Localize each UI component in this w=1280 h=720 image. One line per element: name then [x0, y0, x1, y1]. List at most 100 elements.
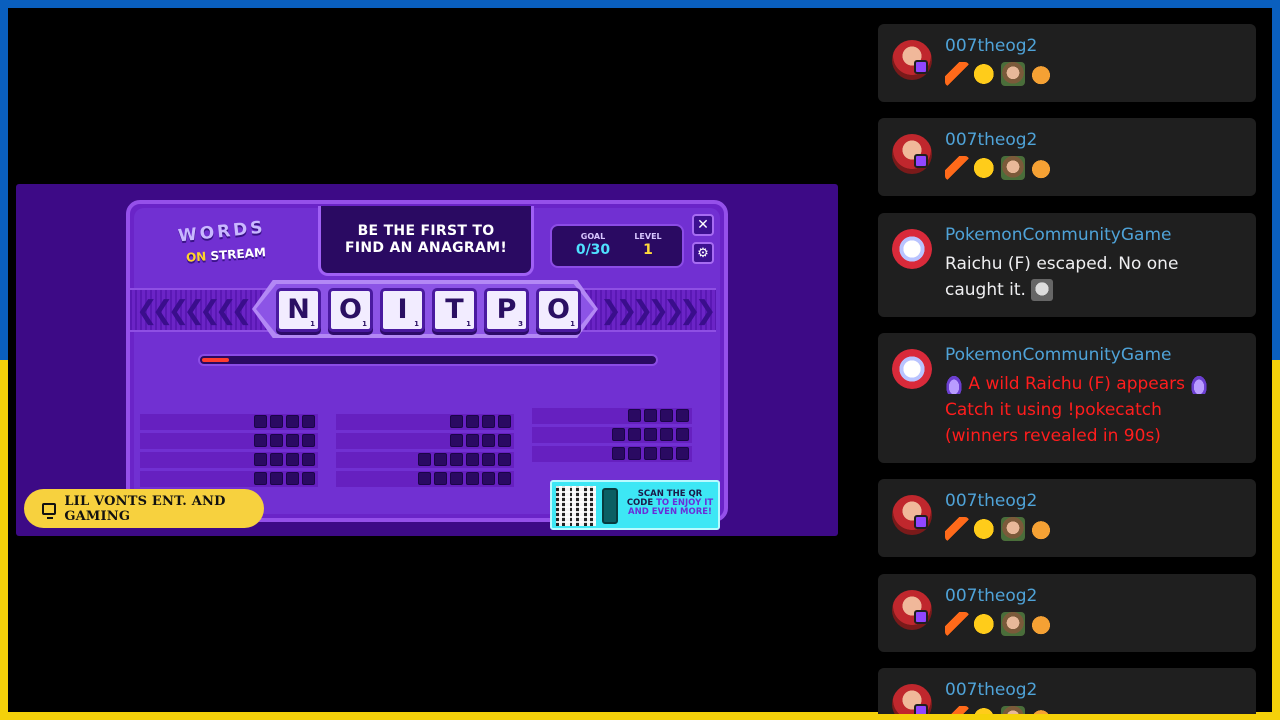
goal-label: GOAL — [580, 232, 606, 241]
emote-ghost-icon — [1031, 279, 1054, 301]
letter-slot — [660, 428, 673, 441]
twitch-badge-icon — [914, 515, 928, 529]
emote-seven-icon — [945, 517, 969, 541]
level-label: LEVEL — [634, 232, 662, 241]
chat-username[interactable]: 007theog2 — [945, 680, 1037, 700]
tile-points: 3 — [518, 320, 523, 328]
chevrons-left-icon: ❮❮❮❮❮❮❮ — [136, 296, 252, 326]
letter-slot — [660, 447, 673, 460]
chat-message: 007theog2 — [878, 479, 1256, 557]
letter-slot — [434, 453, 447, 466]
letter-slot — [286, 472, 299, 485]
chevrons-right-icon: ❯❯❯❯❯❯❯ — [600, 296, 716, 326]
tile-letter: O — [547, 294, 570, 325]
tile-points: 1 — [362, 320, 367, 328]
chat-alert-text: A wild Raichu (F) appears Catch it using… — [945, 371, 1240, 449]
emote-psyduck-icon — [973, 612, 997, 636]
twitch-badge-icon — [914, 154, 928, 168]
tile-letter: N — [287, 294, 310, 325]
emote-face-icon — [1001, 706, 1025, 714]
letter-slot — [482, 472, 495, 485]
letter-slot — [254, 434, 267, 447]
emote-psyduck-icon — [973, 62, 997, 86]
emote-psyduck-icon — [973, 517, 997, 541]
letter-slot — [302, 415, 315, 428]
emote-face-icon — [1001, 612, 1025, 636]
emote-dog-icon — [1029, 156, 1053, 180]
letter-slot — [644, 447, 657, 460]
chat-message: PokemonCommunityGame Raichu (F) escaped.… — [878, 213, 1256, 317]
letter-slot — [612, 447, 625, 460]
letter-slot — [286, 453, 299, 466]
letter-tile: T1 — [432, 288, 477, 332]
letter-slot — [466, 434, 479, 447]
channel-name-badge: LIL VONTS ENT. AND GAMING — [24, 489, 264, 528]
words-on-stream-logo: WORDS ON STREAM — [174, 217, 284, 274]
emote-dog-icon — [1029, 62, 1053, 86]
emote-face-icon — [1001, 62, 1025, 86]
chat-message: 007theog2 — [878, 118, 1256, 196]
letter-tile: P3 — [484, 288, 529, 332]
game-board: WORDS ON STREAM BE THE FIRST TO FIND AN … — [126, 200, 728, 530]
level-stat: LEVEL 1 — [628, 232, 668, 258]
tile-letter: O — [339, 294, 362, 325]
word-game-panel: WORDS ON STREAM BE THE FIRST TO FIND AN … — [16, 184, 838, 536]
chat-message: 007theog2 — [878, 24, 1256, 102]
letter-slot — [286, 415, 299, 428]
letter-tile: I1 — [380, 288, 425, 332]
tile-points: 1 — [466, 320, 471, 328]
tile-letter: I — [397, 294, 408, 325]
letter-slot — [644, 409, 657, 422]
channel-name: LIL VONTS ENT. AND GAMING — [64, 493, 226, 524]
letter-slot — [466, 453, 479, 466]
letter-slot — [450, 434, 463, 447]
letter-slot — [644, 428, 657, 441]
letter-slot — [676, 428, 689, 441]
qr-promo[interactable]: SCAN THE QR CODE TO ENJOY IT AND EVEN MO… — [550, 480, 720, 530]
close-icon[interactable]: ✕ — [692, 214, 714, 236]
letter-slot — [270, 434, 283, 447]
letter-slot — [482, 415, 495, 428]
chat-username[interactable]: 007theog2 — [945, 130, 1037, 150]
tile-letter: P — [496, 294, 517, 325]
letter-slot — [628, 447, 641, 460]
letter-slot — [628, 409, 641, 422]
stats-box: GOAL 0/30 LEVEL 1 — [550, 224, 684, 268]
letter-slot — [254, 415, 267, 428]
progress-fill — [202, 358, 229, 362]
letter-slot — [302, 434, 315, 447]
letter-tile: O1 — [328, 288, 373, 332]
letter-slot — [270, 472, 283, 485]
level-value: 1 — [643, 242, 653, 258]
chat-username[interactable]: PokemonCommunityGame — [945, 225, 1171, 245]
progress-bar — [198, 354, 658, 366]
chat-message: 007theog2 — [878, 668, 1256, 714]
tile-points: 1 — [414, 320, 419, 328]
chat-username[interactable]: 007theog2 — [945, 586, 1037, 606]
letter-slot — [450, 453, 463, 466]
emote-seven-icon — [945, 62, 969, 86]
chat-username[interactable]: 007theog2 — [945, 36, 1037, 56]
emote-dog-icon — [1029, 612, 1053, 636]
avatar — [892, 349, 932, 389]
letter-slot — [450, 472, 463, 485]
letter-slot — [482, 434, 495, 447]
chat-username[interactable]: 007theog2 — [945, 491, 1037, 511]
letter-slot — [418, 453, 431, 466]
letter-slot — [676, 447, 689, 460]
letter-slot — [612, 428, 625, 441]
emote-psyduck-icon — [973, 156, 997, 180]
gear-icon[interactable]: ⚙ — [692, 242, 714, 264]
emote-dog-icon — [1029, 517, 1053, 541]
chat-username[interactable]: PokemonCommunityGame — [945, 345, 1171, 365]
letter-slot — [660, 409, 673, 422]
letter-slot — [676, 409, 689, 422]
chat-message: 007theog2 — [878, 574, 1256, 652]
emote-face-icon — [1001, 156, 1025, 180]
emote-psyduck-icon — [973, 706, 997, 714]
avatar — [892, 229, 932, 269]
chat-message-text: Raichu (F) escaped. No one caught it. — [945, 254, 1179, 301]
letter-slot — [302, 472, 315, 485]
emote-face-icon — [1001, 517, 1025, 541]
letter-slot — [434, 472, 447, 485]
